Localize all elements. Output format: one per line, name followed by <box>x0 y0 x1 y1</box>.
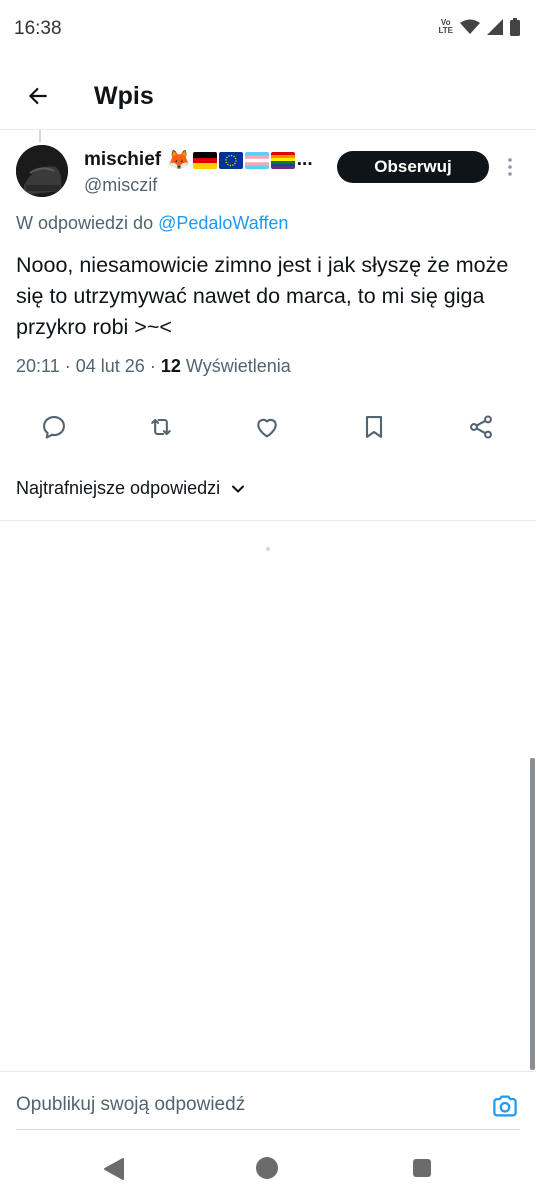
views-label[interactable]: Wyświetlenia <box>186 356 291 376</box>
reply-sort-dropdown[interactable]: Najtrafniejsze odpowiedzi <box>16 478 246 499</box>
transgender-flag-icon <box>244 151 269 169</box>
reply-context: W odpowiedzi do @PedaloWaffen <box>16 213 288 234</box>
battery-icon <box>510 18 520 36</box>
like-button[interactable] <box>251 411 283 443</box>
nav-home-button[interactable] <box>256 1157 278 1179</box>
thread-connector-line <box>39 130 41 142</box>
camera-icon <box>493 1095 517 1117</box>
nav-back-button[interactable] <box>103 1157 125 1186</box>
fox-emoji: 🦊 <box>167 150 191 171</box>
reply-button[interactable] <box>38 411 70 443</box>
reply-icon <box>43 416 65 439</box>
share-button[interactable] <box>465 411 497 443</box>
page-title: Wpis <box>94 82 154 110</box>
reply-to-prefix: W odpowiedzi do <box>16 213 154 233</box>
name-ellipsis: ... <box>296 149 313 170</box>
views-count: 12 <box>160 356 181 376</box>
author-handle[interactable]: @misczif <box>84 175 157 196</box>
rainbow-flag-icon <box>270 151 295 169</box>
back-arrow-icon <box>28 87 47 105</box>
status-icons: Vo LTE <box>438 18 520 36</box>
author-name-line[interactable]: mischief 🦊 ... <box>84 148 313 172</box>
tweet-time: 20:11 <box>16 356 60 376</box>
meta-separator: · <box>149 356 156 376</box>
retweet-button[interactable] <box>145 411 177 443</box>
composer-divider <box>0 1071 536 1072</box>
name-emojis: 🦊 ... <box>167 148 313 172</box>
reply-input[interactable]: Opublikuj swoją odpowiedź <box>16 1094 245 1116</box>
meta-separator: · <box>64 356 71 376</box>
scrollbar[interactable] <box>530 758 535 1070</box>
avatar[interactable] <box>16 145 68 197</box>
more-icon <box>508 158 512 176</box>
reply-to-mention[interactable]: @PedaloWaffen <box>158 213 288 233</box>
chevron-down-icon <box>232 485 245 492</box>
triangle-back-icon <box>104 1158 124 1180</box>
signal-icon <box>487 19 503 35</box>
camera-button[interactable] <box>490 1091 520 1121</box>
volte-indicator: Vo LTE <box>438 18 453 35</box>
more-options-button[interactable] <box>500 156 520 178</box>
share-icon <box>470 415 492 439</box>
composer-underline <box>16 1129 520 1130</box>
nav-recents-button[interactable] <box>413 1159 431 1177</box>
bookmark-icon <box>365 416 383 438</box>
german-flag-icon <box>192 151 217 169</box>
loading-indicator <box>266 547 270 551</box>
status-time: 16:38 <box>14 18 62 39</box>
retweet-icon <box>151 418 171 436</box>
tweet-text: Nooo, niesamowicie zimno jest i jak słys… <box>16 253 509 339</box>
eu-flag-icon <box>218 151 243 169</box>
author-name: mischief <box>84 149 162 170</box>
back-button[interactable] <box>18 76 58 116</box>
bookmark-button[interactable] <box>358 411 390 443</box>
wifi-icon <box>460 19 480 34</box>
top-app-bar: Wpis <box>0 62 536 130</box>
like-icon <box>257 418 277 438</box>
tweet-date: 04 lut 26 <box>75 356 145 376</box>
sort-label: Najtrafniejsze odpowiedzi <box>16 478 221 498</box>
divider <box>0 520 536 521</box>
follow-button[interactable]: Obserwuj <box>337 151 489 183</box>
avatar-image <box>16 145 68 197</box>
tweet-metadata: 20:11 · 04 lut 26 · 12 Wyświetlenia <box>16 356 291 377</box>
tweet-actions <box>0 405 536 449</box>
